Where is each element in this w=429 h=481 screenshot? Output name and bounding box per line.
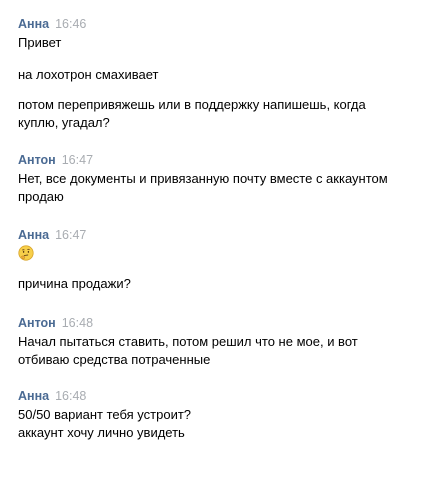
message-text: 50/50 вариант тебя устроит? аккаунт хочу… bbox=[18, 407, 192, 440]
message-text: на лохотрон смахивает bbox=[18, 67, 159, 82]
author-name[interactable]: Анна bbox=[18, 389, 49, 403]
message-group: Анна 16:47 причина продажи? bbox=[18, 227, 418, 291]
message-text: Начал пытаться ставить, потом решил что … bbox=[18, 334, 358, 367]
message-group: Анна 16:46 Привет на лохотрон смахивает п… bbox=[18, 16, 418, 130]
message-header: Антон 16:48 bbox=[18, 315, 418, 331]
message-time[interactable]: 16:47 bbox=[55, 228, 86, 242]
author-name[interactable]: Антон bbox=[18, 153, 56, 167]
message-text: потом перепривяжешь или в поддержку напи… bbox=[18, 97, 366, 130]
author-name[interactable]: Анна bbox=[18, 228, 49, 242]
message-text: Привет bbox=[18, 35, 62, 50]
chat-history: Анна 16:46 Привет на лохотрон смахивает п… bbox=[0, 0, 429, 481]
message-time[interactable]: 16:46 bbox=[55, 17, 86, 31]
thinking-face-icon bbox=[18, 245, 34, 261]
message-header: Антон 16:47 bbox=[18, 152, 418, 168]
message-time[interactable]: 16:48 bbox=[55, 389, 86, 403]
message-text: причина продажи? bbox=[18, 276, 131, 291]
message-header: Анна 16:46 bbox=[18, 16, 418, 32]
message-group: Антон 16:48 Начал пытаться ставить, потом… bbox=[18, 315, 418, 367]
message-header: Анна 16:48 bbox=[18, 388, 418, 404]
message-group: Антон 16:47 Нет, все документы и привязан… bbox=[18, 152, 418, 204]
author-name[interactable]: Антон bbox=[18, 316, 56, 330]
message-time[interactable]: 16:47 bbox=[62, 153, 93, 167]
message-group: Анна 16:48 50/50 вариант тебя устроит? ак… bbox=[18, 388, 418, 440]
message-time[interactable]: 16:48 bbox=[62, 316, 93, 330]
author-name[interactable]: Анна bbox=[18, 17, 49, 31]
message-header: Анна 16:47 bbox=[18, 227, 418, 243]
message-text: Нет, все документы и привязанную почту в… bbox=[18, 171, 388, 204]
